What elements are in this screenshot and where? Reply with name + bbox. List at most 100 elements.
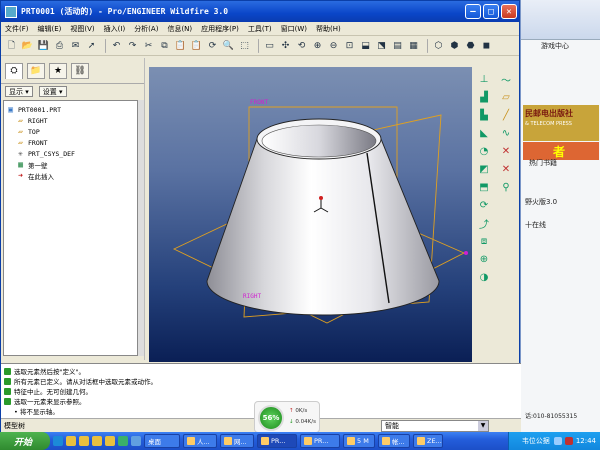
menu-window[interactable]: 窗口(W) <box>281 24 307 34</box>
front-datum-tag[interactable]: FRONT <box>250 99 268 106</box>
quicklaunch-folder-icon[interactable] <box>105 436 115 446</box>
title-bar[interactable]: PRT0001 (活动的) - Pro/ENGINEER Wildfire 3.… <box>1 1 519 22</box>
settings-dropdown[interactable]: 设置 ▾ <box>38 85 67 97</box>
find-icon[interactable]: 🔍 <box>222 39 235 52</box>
draft-tool-icon[interactable]: ◣ <box>477 127 491 140</box>
paste-icon[interactable]: 📋 <box>174 39 187 52</box>
spin-center-icon[interactable]: ✣ <box>279 39 292 52</box>
orient-mode-icon[interactable]: ⟲ <box>295 39 308 52</box>
new-file-icon[interactable]: 🗋 <box>5 39 18 52</box>
quicklaunch-app-icon[interactable] <box>118 436 128 446</box>
task-button[interactable]: PR... <box>257 434 297 448</box>
task-button[interactable]: 帐... <box>378 434 410 448</box>
paste-special-icon[interactable]: 📋 <box>190 39 203 52</box>
cone-body[interactable] <box>206 138 440 316</box>
bg-book-title[interactable]: 野火版3.0 <box>525 197 557 207</box>
datum-curve-icon[interactable]: 〜 <box>499 73 513 87</box>
folder-browser-tab[interactable]: 📁 <box>27 62 45 79</box>
menu-analysis[interactable]: 分析(A) <box>134 24 158 34</box>
chevron-down-icon[interactable]: ▼ <box>478 421 488 431</box>
wireframe-icon[interactable]: ⬡ <box>432 39 445 52</box>
task-button[interactable]: ZE... <box>413 434 443 448</box>
bg-link-game-center[interactable]: 游戏中心 <box>541 41 569 51</box>
sketch-tool-icon[interactable]: ∿ <box>499 127 513 140</box>
quicklaunch-desktop-icon[interactable] <box>131 436 141 446</box>
start-button[interactable]: 开始 <box>0 432 50 450</box>
favorites-tab[interactable]: ★ <box>49 62 67 79</box>
send-icon[interactable]: ➚ <box>85 39 98 52</box>
task-button[interactable]: 网... <box>220 434 254 448</box>
view-manager-icon[interactable]: ▦ <box>407 39 420 52</box>
connections-tab[interactable]: ⛓ <box>71 62 89 79</box>
saved-views-icon[interactable]: ⬔ <box>375 39 388 52</box>
menu-applications[interactable]: 应用程序(P) <box>201 24 239 34</box>
menu-tools[interactable]: 工具(T) <box>248 24 272 34</box>
tree-item-front[interactable]: ▱ FRONT <box>4 137 137 148</box>
close-button[interactable]: ✕ <box>501 4 517 19</box>
tray-icon[interactable] <box>553 437 562 445</box>
shell-tool-icon[interactable]: ▟ <box>477 91 491 104</box>
variable-sweep-icon[interactable]: ⤴ <box>477 217 491 231</box>
datum-axis-tool-icon[interactable]: ╱ <box>499 109 513 122</box>
repaint-icon[interactable]: ▭ <box>263 39 276 52</box>
open-file-icon[interactable]: 📂 <box>21 39 34 52</box>
copy-icon[interactable]: ⧉ <box>158 39 171 52</box>
tree-item-part[interactable]: ▣ PRT0001.PRT <box>4 104 137 115</box>
datum-point-tool-icon[interactable]: ✕ <box>499 145 513 158</box>
no-hidden-icon[interactable]: ⬣ <box>464 39 477 52</box>
blend-tool-icon[interactable]: ⧈ <box>477 235 491 248</box>
zoom-in-icon[interactable]: ⊕ <box>311 39 324 52</box>
cut-icon[interactable]: ✂ <box>142 39 155 52</box>
refit-icon[interactable]: ⊡ <box>343 39 356 52</box>
task-button[interactable]: 5 M <box>343 434 375 448</box>
quicklaunch-folder-icon[interactable] <box>79 436 89 446</box>
select-box-icon[interactable]: ⬚ <box>238 39 251 52</box>
background-browser-window[interactable]: 游戏中心 民邮电出版社 & TELECOM PRESS 者 热门书籍 野火版3.… <box>520 0 600 432</box>
extrude-tool-icon[interactable]: ⬒ <box>477 181 491 194</box>
quicklaunch-ie-icon[interactable] <box>53 436 63 446</box>
minimize-button[interactable]: – <box>465 4 481 19</box>
zoom-out-icon[interactable]: ⊖ <box>327 39 340 52</box>
print-icon[interactable]: ⎙ <box>53 39 66 52</box>
top-datum-tag-marker[interactable] <box>464 251 468 255</box>
revolve-tool-icon[interactable]: ⟳ <box>477 199 491 212</box>
tree-item-top[interactable]: ▱ TOP <box>4 126 137 137</box>
task-button[interactable]: PR... <box>300 434 340 448</box>
hole-tool-icon[interactable]: ⊥ <box>477 73 491 86</box>
selection-filter-select[interactable]: 智能 ▼ <box>381 420 489 432</box>
menu-edit[interactable]: 编辑(E) <box>38 24 62 34</box>
email-icon[interactable]: ✉ <box>69 39 82 52</box>
menu-info[interactable]: 信息(N) <box>167 24 192 34</box>
csys-tool-icon[interactable]: ✕ <box>499 163 513 176</box>
menu-file[interactable]: 文件(F) <box>5 24 29 34</box>
save-icon[interactable]: 💾 <box>37 39 50 52</box>
hidden-line-icon[interactable]: ⬢ <box>448 39 461 52</box>
chamfer-tool-icon[interactable]: ◩ <box>477 163 491 176</box>
task-button[interactable]: 人... <box>183 434 217 448</box>
model-tree-tab[interactable]: ⛭ <box>5 62 23 79</box>
show-dropdown[interactable]: 显示 ▾ <box>5 85 33 97</box>
redo-icon[interactable]: ↷ <box>126 39 139 52</box>
maximize-button[interactable]: □ <box>483 4 499 19</box>
quicklaunch-folder-icon[interactable] <box>66 436 76 446</box>
clock[interactable]: 12:44 <box>576 437 596 445</box>
rib-tool-icon[interactable]: ▙ <box>477 109 491 122</box>
graphics-window[interactable]: FRONT RIGHT <box>149 67 472 362</box>
round-tool-icon[interactable]: ◔ <box>477 145 491 158</box>
warp-tool-icon[interactable]: ◑ <box>477 271 491 284</box>
menu-insert[interactable]: 插入(I) <box>104 24 126 34</box>
menu-view[interactable]: 视图(V) <box>70 24 94 34</box>
quicklaunch-folder-icon[interactable] <box>92 436 102 446</box>
tree-item-right[interactable]: ▱ RIGHT <box>4 115 137 126</box>
undo-icon[interactable]: ↶ <box>110 39 123 52</box>
right-datum-tag[interactable]: RIGHT <box>243 293 261 300</box>
layers-icon[interactable]: ▤ <box>391 39 404 52</box>
analysis-tool-icon[interactable]: ⚲ <box>499 181 513 194</box>
shading-icon[interactable]: ◼ <box>480 39 493 52</box>
style-tool-icon[interactable]: ⊕ <box>477 253 491 266</box>
datum-plane-tool-icon[interactable]: ▱ <box>499 91 513 104</box>
regenerate-icon[interactable]: ⟳ <box>206 39 219 52</box>
reorient-icon[interactable]: ⬓ <box>359 39 372 52</box>
task-desktop[interactable]: 桌面 <box>144 434 180 448</box>
tree-item-first-wall[interactable]: ▦ 第一壁 <box>4 159 137 170</box>
